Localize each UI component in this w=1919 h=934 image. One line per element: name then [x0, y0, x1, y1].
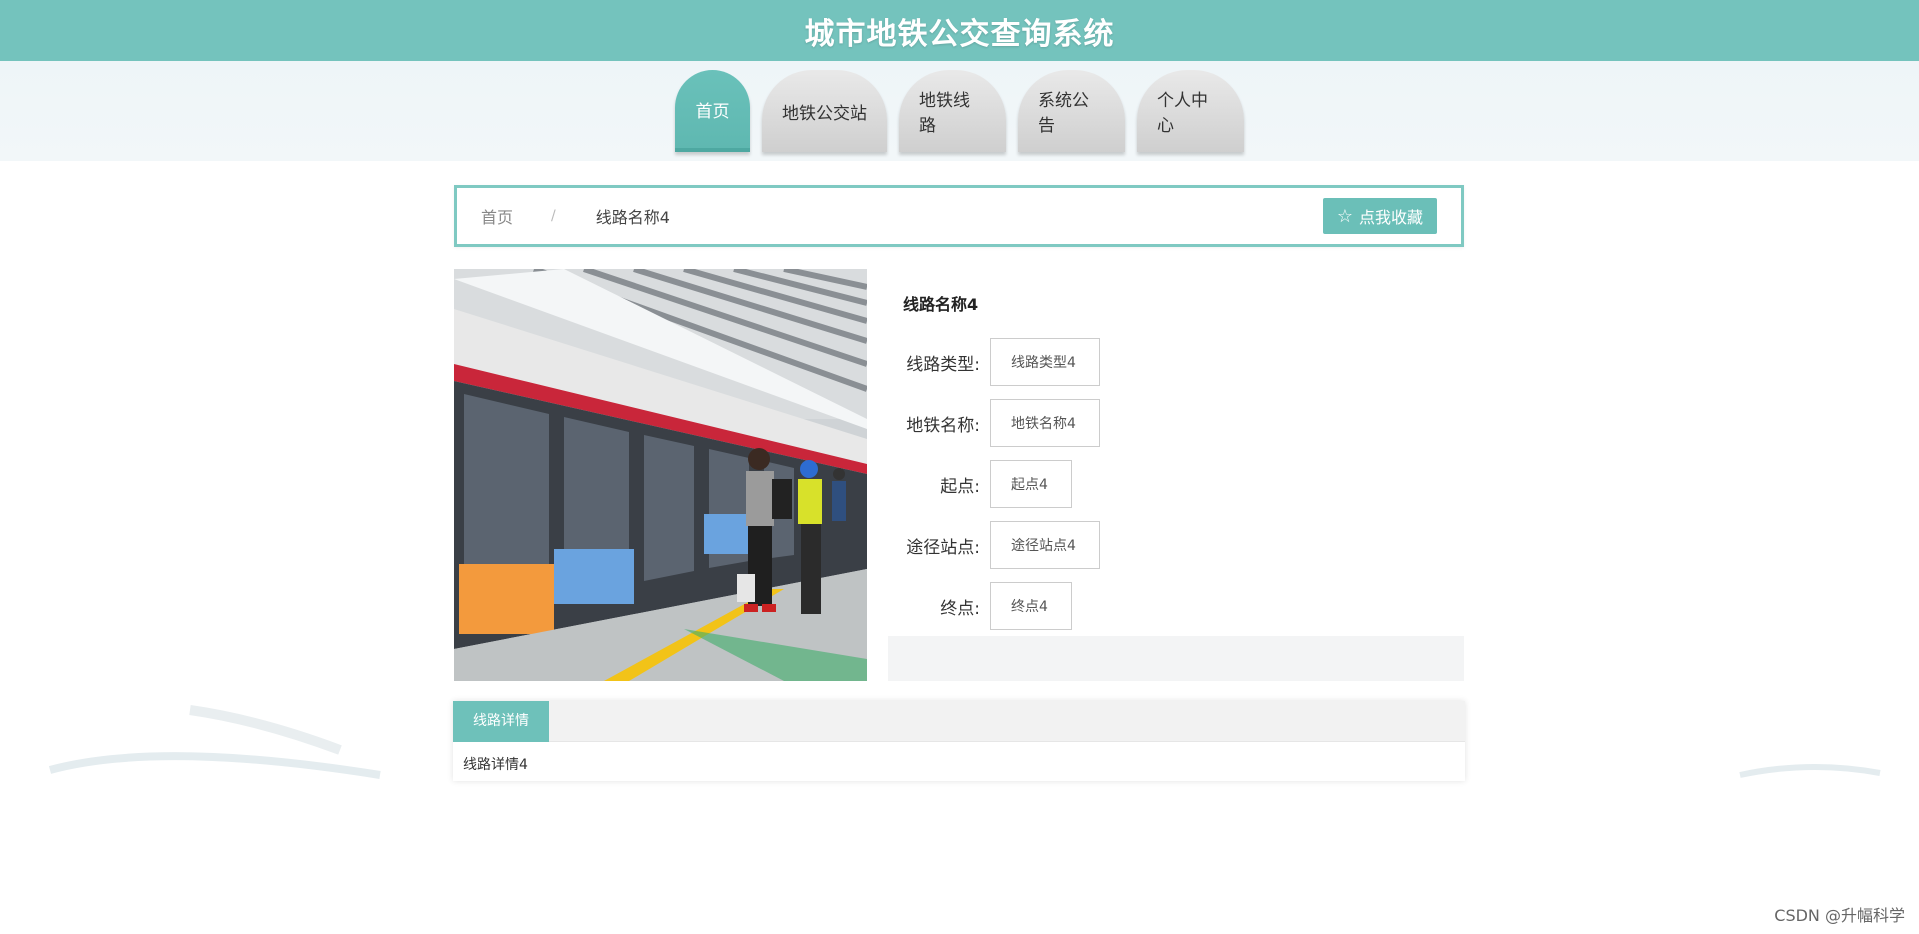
- nav-item-label: 个人中心: [1157, 91, 1208, 136]
- nav-item-announcements[interactable]: 系统公告: [1018, 70, 1125, 152]
- tab-line-details[interactable]: 线路详情: [453, 701, 549, 742]
- metro-platform-image: [454, 269, 867, 681]
- nav-item-label: 地铁公交站: [782, 103, 867, 124]
- favorite-button-label: 点我收藏: [1358, 208, 1423, 227]
- favorite-button[interactable]: ☆ 点我收藏: [1322, 198, 1437, 234]
- breadcrumb-current: 线路名称4: [595, 208, 670, 227]
- detail-title: 线路名称4: [903, 295, 979, 314]
- tab-strip: 线路详情: [453, 701, 1465, 742]
- nav-item-label: 系统公告: [1038, 91, 1089, 136]
- field-label: 线路类型:: [906, 354, 980, 375]
- breadcrumb-separator: /: [551, 208, 556, 224]
- nav-item-lines[interactable]: 地铁线路: [899, 70, 1006, 152]
- page: 城市地铁公交查询系统 首页 地铁公交站 地铁线路 系统公告 个人中心 首页 / …: [0, 0, 1919, 934]
- field-value: 终点4: [990, 582, 1072, 630]
- nav-item-home[interactable]: 首页: [675, 70, 750, 152]
- star-icon: ☆: [1336, 205, 1353, 227]
- field-value: 线路类型4: [990, 338, 1100, 386]
- field-label: 途径站点:: [906, 537, 980, 558]
- tab-content: 线路详情4: [463, 757, 528, 773]
- nav-item-label: 地铁线路: [919, 91, 970, 136]
- watermark: CSDN @升幅科学: [1774, 906, 1905, 925]
- field-metro-name: 地铁名称: 地铁名称4: [888, 399, 1100, 447]
- line-photo: [454, 269, 867, 681]
- app-title: 城市地铁公交查询系统: [804, 16, 1115, 52]
- line-details: 线路名称4 线路类型: 线路类型4 地铁名称: 地铁名称4 起点: 起点4 途径…: [888, 269, 1464, 681]
- field-label: 终点:: [940, 598, 980, 619]
- field-value: 起点4: [990, 460, 1072, 508]
- app-header: 城市地铁公交查询系统: [0, 0, 1919, 61]
- field-start: 起点: 起点4: [888, 460, 1072, 508]
- breadcrumb: 首页 / 线路名称4 ☆ 点我收藏: [454, 185, 1464, 247]
- field-label: 地铁名称:: [906, 415, 980, 436]
- nav-item-label: 首页: [695, 101, 730, 122]
- main-nav: 首页 地铁公交站 地铁线路 系统公告 个人中心: [0, 70, 1919, 154]
- field-via-stations: 途径站点: 途径站点4: [888, 521, 1100, 569]
- decorative-swoosh-left: [48, 705, 381, 779]
- decorative-swoosh-right: [1739, 764, 1881, 778]
- nav-item-stations[interactable]: 地铁公交站: [762, 70, 887, 152]
- details-footer: [888, 636, 1464, 681]
- field-value: 地铁名称4: [990, 399, 1100, 447]
- detail-tabs: 线路详情 线路详情4: [453, 701, 1465, 781]
- field-value: 途径站点4: [990, 521, 1100, 569]
- field-label: 起点:: [940, 476, 980, 497]
- breadcrumb-home-link[interactable]: 首页: [481, 204, 513, 228]
- nav-item-profile[interactable]: 个人中心: [1137, 70, 1244, 152]
- field-line-type: 线路类型: 线路类型4: [888, 338, 1100, 386]
- field-end: 终点: 终点4: [888, 582, 1072, 630]
